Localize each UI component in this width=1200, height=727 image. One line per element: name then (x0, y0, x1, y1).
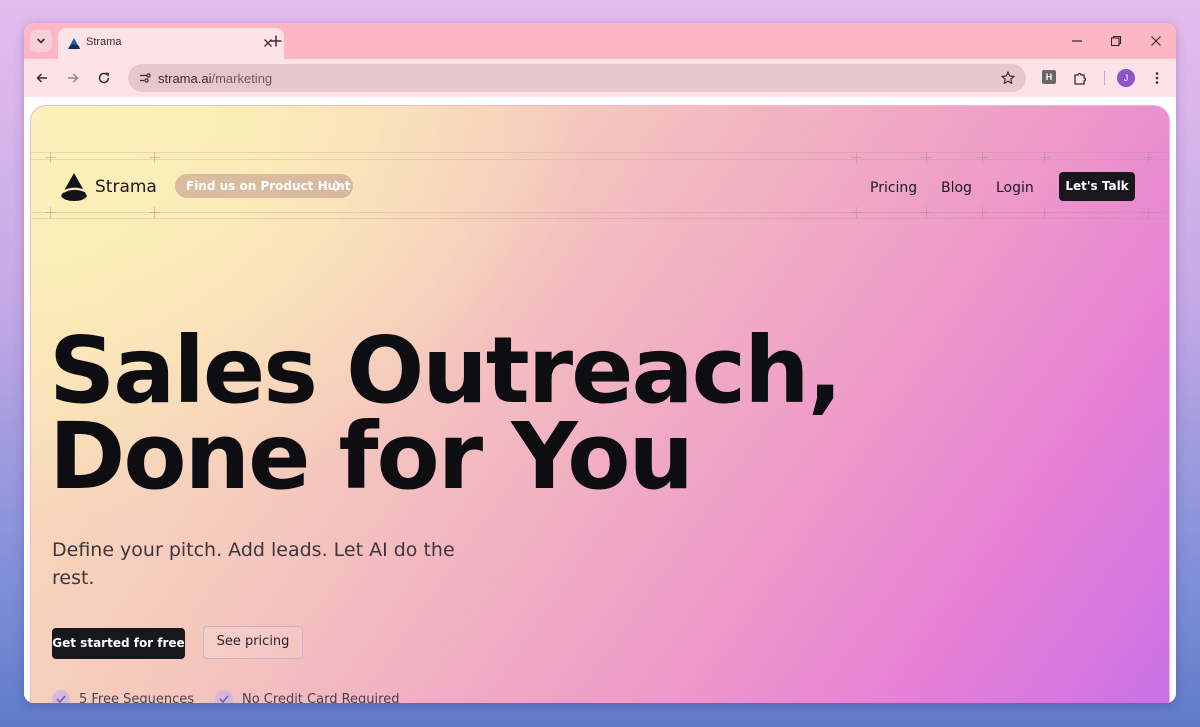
site-info-icon[interactable] (137, 70, 153, 86)
strama-logo-icon[interactable] (58, 170, 90, 202)
url-domain: strama.ai (158, 71, 212, 86)
get-started-button[interactable]: Get started for free (52, 628, 185, 659)
nav-link-pricing[interactable]: Pricing (870, 180, 917, 196)
grid-cross (1039, 207, 1050, 218)
window-close-icon[interactable] (1148, 33, 1164, 49)
forward-arrow-icon[interactable] (65, 70, 81, 86)
lets-talk-button[interactable]: Let's Talk (1059, 172, 1135, 201)
grid-line (31, 218, 1169, 219)
grid-cross (851, 152, 862, 163)
grid-cross (1143, 207, 1154, 218)
page-viewport: Strama Find us on Product Hunt Pricing B… (24, 97, 1176, 703)
profile-avatar[interactable]: J (1117, 69, 1135, 87)
grid-cross (149, 207, 160, 218)
grid-cross (921, 207, 932, 218)
hero-subheadline: Define your pitch. Add leads. Let AI do … (52, 539, 455, 589)
grid-cross (149, 152, 160, 163)
check-icon (215, 690, 233, 703)
new-tab-icon[interactable] (267, 32, 285, 50)
chevron-right-icon (334, 180, 342, 192)
grid-line (31, 212, 1169, 213)
nav-link-blog[interactable]: Blog (941, 180, 972, 196)
extensions-puzzle-icon[interactable] (1072, 70, 1088, 86)
hero-headline: Sales Outreach, Done for You (49, 317, 843, 510)
grid-cross (851, 207, 862, 218)
check-icon (52, 690, 70, 703)
extension-h-icon[interactable]: H (1042, 70, 1056, 84)
restore-icon[interactable] (1108, 33, 1124, 49)
nav-link-login[interactable]: Login (996, 180, 1034, 196)
strama-favicon-icon (68, 38, 80, 49)
tab-title: Strama (86, 36, 122, 48)
browser-window: Strama strama.ai/marketing H J Strama Fi… (24, 23, 1176, 703)
hero-section: Strama Find us on Product Hunt Pricing B… (30, 105, 1170, 703)
browser-toolbar: strama.ai/marketing H J (24, 59, 1176, 97)
grid-cross (45, 207, 56, 218)
minimize-icon[interactable] (1069, 33, 1085, 49)
see-pricing-button[interactable]: See pricing (203, 626, 303, 659)
grid-cross (977, 152, 988, 163)
grid-cross (1143, 152, 1154, 163)
feature-label: 5 Free Sequences (79, 692, 195, 703)
tab-search-button[interactable] (30, 30, 52, 52)
url-path: /marketing (211, 71, 273, 86)
grid-cross (1039, 152, 1050, 163)
feature-item: No Credit Card Required (215, 690, 435, 703)
bookmark-star-icon[interactable] (1000, 70, 1016, 86)
grid-line (31, 152, 1169, 153)
back-arrow-icon[interactable] (34, 70, 50, 86)
grid-cross (45, 152, 56, 163)
chevron-down-icon (37, 38, 45, 44)
address-bar[interactable]: strama.ai/marketing (128, 64, 1026, 92)
grid-cross (921, 152, 932, 163)
toolbar-divider (1104, 71, 1105, 85)
more-menu-icon[interactable] (1149, 70, 1165, 86)
url-text: strama.ai/marketing (158, 71, 272, 86)
tab-strip: Strama (24, 23, 1176, 59)
product-hunt-pill[interactable]: Find us on Product Hunt (175, 174, 353, 198)
feature-label: No Credit Card Required (242, 692, 400, 703)
reload-icon[interactable] (96, 70, 112, 86)
product-hunt-label: Find us on Product Hunt (186, 179, 351, 193)
grid-cross (977, 207, 988, 218)
feature-item: 5 Free Sequences (52, 690, 212, 703)
browser-tab[interactable]: Strama (58, 28, 284, 59)
brand-name[interactable]: Strama (95, 177, 157, 197)
grid-line (31, 159, 1169, 160)
